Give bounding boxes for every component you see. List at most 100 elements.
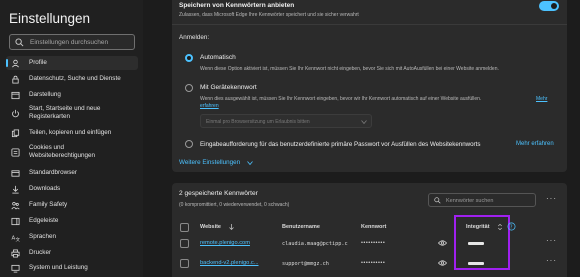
integrity-status-bar xyxy=(468,262,484,265)
sidebar-item-downloads[interactable]: Downloads xyxy=(6,182,138,196)
radio-custom-primary-password[interactable] xyxy=(185,140,193,148)
password-search-input[interactable]: Kennwörter suchen xyxy=(428,193,536,207)
row-password: •••••••••• xyxy=(361,240,386,246)
sidebar-item-appearance[interactable]: Darstellung xyxy=(6,88,138,102)
search-icon xyxy=(15,38,24,47)
sidebar-item-family-safety[interactable]: Family Safety xyxy=(6,198,138,212)
column-header-website[interactable]: Website xyxy=(200,224,221,230)
row-password: •••••••••• xyxy=(361,260,386,266)
sidebar-item-profile[interactable]: Profile xyxy=(6,56,138,70)
sidebar-item-languages[interactable]: A文 Sprachen xyxy=(6,230,138,244)
sidebar-item-startup[interactable]: Start, Startseite und neue Registerkarte… xyxy=(6,103,138,123)
sidebar-item-label: Teilen, kopieren und einfügen xyxy=(29,129,112,136)
sidebar-item-label: Profile xyxy=(29,59,47,66)
profile-icon xyxy=(12,59,19,67)
sidebar-item-label: System und Leistung xyxy=(29,264,88,271)
row-website-link[interactable]: remote.plenigo.com xyxy=(200,240,250,246)
svg-text:?: ? xyxy=(510,224,513,230)
custom-password-label: Eingabeaufforderung für das benutzerdefi… xyxy=(200,141,481,148)
divider xyxy=(172,24,567,25)
sidebar-item-label: Drucker xyxy=(29,249,52,256)
sidebar-item-label-line2: Websiteberechtigungen xyxy=(29,152,96,159)
sidebar-item-privacy[interactable]: Datenschutz, Suche und Dienste xyxy=(6,72,138,86)
device-password-description: Wenn dies ausgewählt ist, müssen Sie Ihr… xyxy=(200,96,482,102)
sidebar-item-system[interactable]: System und Leistung xyxy=(6,261,138,275)
device-learn-more-link[interactable]: Mehr xyxy=(536,96,547,102)
auth-frequency-dropdown[interactable]: Einmal pro Browsersitzung um Erlaubnis b… xyxy=(200,114,372,128)
app-title: Einstellungen xyxy=(9,11,91,26)
sidebar-item-label: Cookies und xyxy=(29,144,65,151)
language-icon: A文 xyxy=(11,235,21,242)
offer-toggle[interactable] xyxy=(539,1,559,11)
eye-icon[interactable] xyxy=(438,239,447,247)
radio-device-password[interactable] xyxy=(185,84,193,92)
sidebar-item-label: Downloads xyxy=(29,185,61,192)
select-all-checkbox[interactable] xyxy=(180,223,189,232)
row-checkbox[interactable] xyxy=(180,259,189,268)
chevron-down-icon[interactable] xyxy=(247,160,253,166)
eye-icon[interactable] xyxy=(438,259,447,267)
sidebar-item-cookies[interactable]: Cookies und Websiteberechtigungen xyxy=(6,142,138,162)
sidebar-item-printers[interactable]: Drucker xyxy=(6,246,138,260)
row-username: support@mmgz.ch xyxy=(282,261,329,267)
sidebar-item-label: Sprachen xyxy=(29,233,56,240)
sidebar-item-label: Edgeleiste xyxy=(29,217,59,224)
row-checkbox[interactable] xyxy=(180,239,189,248)
password-search-placeholder: Kennwörter suchen xyxy=(446,197,494,204)
sidebar-item-share[interactable]: Teilen, kopieren und einfügen xyxy=(6,126,138,140)
toggle-knob xyxy=(551,3,557,9)
sort-arrow-icon xyxy=(229,224,234,230)
sort-icon[interactable] xyxy=(498,224,502,230)
svg-text:文: 文 xyxy=(16,236,21,242)
dropdown-value: Einmal pro Browsersitzung um Erlaubnis b… xyxy=(206,119,310,125)
password-settings-card: Speichern von Kennwörtern anbieten Zulas… xyxy=(172,0,567,172)
device-password-label: Mit Gerätekennwort xyxy=(200,84,257,91)
row-website-link[interactable]: backend-v2.plenigo.c... xyxy=(200,260,259,266)
device-learn-more-link-2[interactable]: erfahren xyxy=(200,103,219,109)
sidebar-item-label: Darstellung xyxy=(29,91,61,98)
printer-icon xyxy=(11,248,20,258)
automatic-description: Wenn diese Option aktiviert ist, müssen … xyxy=(200,66,499,72)
sidebar-item-label: Start, Startseite und neue xyxy=(29,105,101,112)
sidebar-item-label-line2: Registerkarten xyxy=(29,113,70,120)
offer-title: Speichern von Kennwörtern anbieten xyxy=(179,2,295,9)
signin-heading: Anmelden: xyxy=(179,34,210,41)
family-icon xyxy=(11,201,20,209)
system-icon xyxy=(11,264,20,273)
lock-icon xyxy=(12,75,19,84)
column-header-integrity[interactable]: Integrität xyxy=(466,224,490,230)
cookie-icon xyxy=(11,147,20,157)
saved-passwords-subtitle: (0 kompromittiert, 0 wiederverwendet, 0 … xyxy=(179,202,290,208)
browser-icon xyxy=(11,169,20,177)
download-icon xyxy=(12,185,19,194)
sidebar-item-label: Standardbrowser xyxy=(29,169,77,176)
column-header-password[interactable]: Kennwort xyxy=(361,224,386,230)
row-more-options-icon[interactable]: ··· xyxy=(546,236,557,245)
settings-search-input[interactable]: Einstellungen durchsuchen xyxy=(9,34,135,50)
automatic-label: Automatisch xyxy=(200,54,236,61)
appearance-icon xyxy=(11,91,20,99)
sidebar-item-default-browser[interactable]: Standardbrowser xyxy=(6,166,138,180)
row-more-options-icon[interactable]: ··· xyxy=(546,256,557,265)
help-icon[interactable]: ? xyxy=(507,222,516,231)
sidebar-item-label: Datenschutz, Suche und Dienste xyxy=(29,75,121,82)
row-username: claudia.maag@pctipp.c xyxy=(282,241,348,247)
sidebar-item-edge-bar[interactable]: Edgeleiste xyxy=(6,214,138,228)
saved-passwords-card: 2 gespeicherte Kennwörter (0 kompromitti… xyxy=(172,183,567,277)
share-icon xyxy=(11,128,20,137)
more-options-icon[interactable]: ··· xyxy=(546,194,557,203)
radio-automatic[interactable] xyxy=(185,54,193,62)
power-icon xyxy=(12,109,19,117)
more-settings-link[interactable]: Weitere Einstellungen xyxy=(179,159,240,166)
saved-passwords-title: 2 gespeicherte Kennwörter xyxy=(179,190,258,197)
settings-sidebar: Einstellungen Einstellungen durchsuchen … xyxy=(0,0,143,277)
sidebar-item-label: Family Safety xyxy=(29,201,68,208)
integrity-status-bar xyxy=(468,242,484,245)
search-icon xyxy=(434,197,441,204)
custom-learn-more-link[interactable]: Mehr erfahren xyxy=(516,141,554,147)
chevron-down-icon xyxy=(361,120,367,125)
search-placeholder: Einstellungen durchsuchen xyxy=(30,39,109,46)
offer-description: Zulassen, dass Microsoft Edge Ihre Kennw… xyxy=(179,12,359,18)
sidebar-icon xyxy=(11,217,20,225)
column-header-username[interactable]: Benutzername xyxy=(282,224,320,230)
